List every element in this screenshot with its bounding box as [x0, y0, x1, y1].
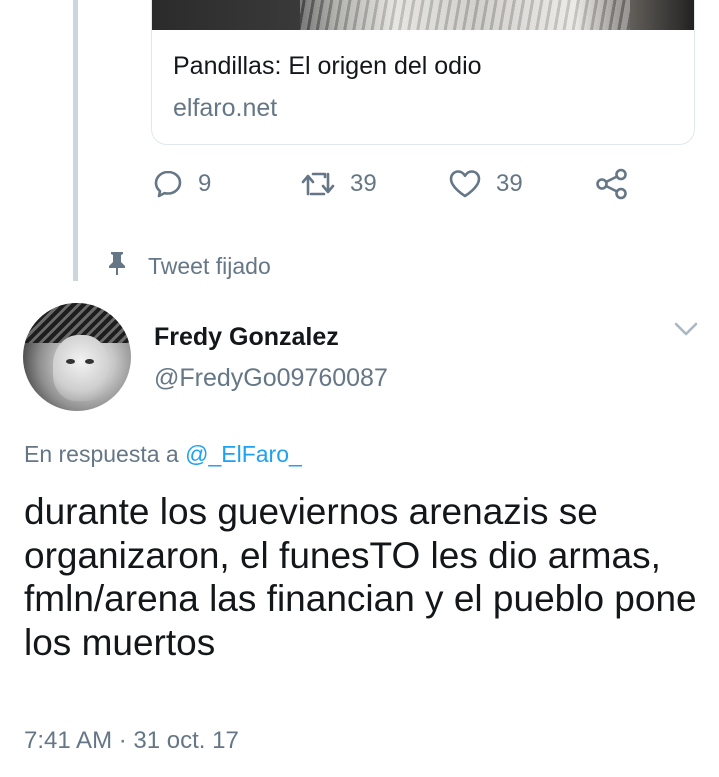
reply-mention-link[interactable]: @_ElFaro_ [185, 441, 302, 467]
share-icon [595, 168, 629, 200]
pinned-tweet-indicator: Tweet fijado [106, 250, 271, 282]
tweet-text: durante los gueviernos arenazis se organ… [24, 491, 697, 663]
heart-icon [448, 168, 482, 200]
retweet-button[interactable]: 39 [300, 168, 377, 200]
link-preview-image[interactable] [152, 0, 694, 30]
reply-context: En respuesta a @_ElFaro_ [24, 441, 302, 468]
reply-icon [152, 168, 184, 200]
reply-button[interactable]: 9 [152, 168, 211, 200]
share-button[interactable] [595, 168, 629, 200]
like-count: 39 [496, 170, 523, 197]
chevron-down-icon[interactable] [673, 320, 699, 343]
reply-prefix: En respuesta a [24, 441, 186, 467]
author-handle[interactable]: @FredyGo09760087 [154, 364, 388, 393]
tweet-timestamp[interactable]: 7:41 AM · 31 oct. 17 [24, 727, 239, 755]
pinned-label: Tweet fijado [148, 252, 271, 279]
reply-count: 9 [198, 170, 212, 197]
link-preview-domain[interactable]: elfaro.net [173, 94, 277, 123]
avatar[interactable] [23, 303, 131, 411]
link-preview-card[interactable]: Pandillas: El origen del odio elfaro.net [151, 0, 695, 145]
pin-icon [106, 250, 128, 282]
like-button[interactable]: 39 [448, 168, 523, 200]
thread-connector-line [73, 0, 78, 281]
retweet-count: 39 [350, 170, 377, 197]
retweet-icon [300, 168, 336, 200]
link-preview-title[interactable]: Pandillas: El origen del odio [173, 52, 482, 81]
author-name[interactable]: Fredy Gonzalez [154, 323, 339, 352]
tweet-actions-bar: 9 39 39 [0, 168, 719, 204]
